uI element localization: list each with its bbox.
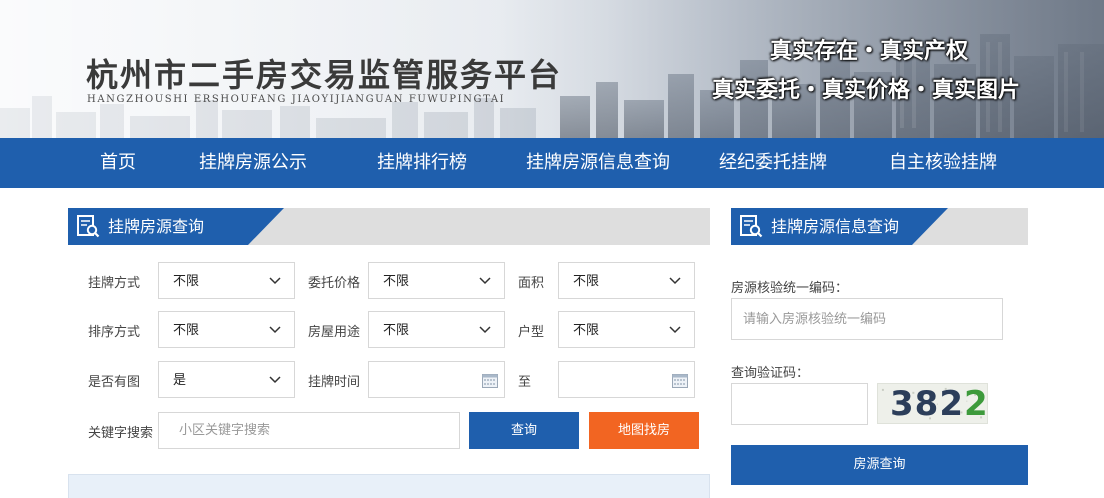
search-document-icon	[739, 214, 763, 239]
listing-method-value: 不限	[173, 274, 200, 289]
header-banner: 杭州市二手房交易监管服务平台 HANGZHOUSHI ERSHOUFANG JI…	[0, 0, 1104, 138]
chevron-down-icon	[669, 326, 681, 334]
chevron-down-icon	[269, 376, 281, 384]
captcha-input[interactable]	[732, 384, 867, 424]
sort-value: 不限	[173, 323, 200, 338]
verify-submit-button[interactable]: 房源查询	[731, 445, 1028, 485]
listing-time-from-input[interactable]	[368, 361, 505, 398]
has-photo-label: 是否有图	[88, 375, 141, 390]
layout-label: 户型	[518, 325, 545, 340]
nav-item-listing-publicity[interactable]: 挂牌房源公示	[199, 138, 307, 188]
area-label: 面积	[518, 276, 545, 291]
captcha-code-main: 382	[890, 384, 964, 424]
map-search-button[interactable]: 地图找房	[589, 412, 699, 449]
nav-item-listing-ranking[interactable]: 挂牌排行榜	[377, 138, 467, 188]
search-panel-title: 挂牌房源查询	[108, 217, 205, 236]
slogan-line-1: 真实存在・真实产权	[769, 38, 968, 64]
captcha-code: 3822	[890, 384, 988, 424]
sort-label: 排序方式	[88, 325, 141, 340]
verify-panel-title: 挂牌房源信息查询	[771, 217, 900, 236]
search-document-icon	[76, 214, 100, 239]
listing-method-label: 挂牌方式	[88, 276, 141, 291]
nav-item-home[interactable]: 首页	[100, 138, 136, 188]
sort-select[interactable]: 不限	[158, 311, 295, 348]
calendar-icon[interactable]	[482, 373, 498, 388]
price-label: 委托价格	[308, 276, 361, 291]
chevron-down-icon	[269, 326, 281, 334]
site-subtitle: HANGZHOUSHI ERSHOUFANG JIAOYIJIANGUAN FU…	[87, 94, 506, 105]
chevron-down-icon	[479, 277, 491, 285]
area-value: 不限	[573, 274, 600, 289]
usage-select[interactable]: 不限	[368, 311, 505, 348]
verify-panel-tab: 挂牌房源信息查询	[731, 208, 948, 245]
verify-code-label: 房源核验统一编码：	[731, 281, 849, 296]
captcha-image[interactable]: 3822	[877, 383, 988, 424]
layout-value: 不限	[573, 323, 600, 338]
listing-time-to-input[interactable]	[558, 361, 695, 398]
site-title: 杭州市二手房交易监管服务平台	[86, 56, 563, 94]
keyword-input[interactable]	[159, 413, 459, 448]
verify-code-field	[731, 298, 1003, 340]
calendar-icon[interactable]	[672, 373, 688, 388]
verify-code-input[interactable]	[732, 299, 1002, 339]
captcha-label: 查询验证码：	[731, 366, 810, 381]
listing-time-to-label: 至	[518, 375, 532, 390]
area-select[interactable]: 不限	[558, 262, 695, 299]
nav-item-self-verify-listing[interactable]: 自主核验挂牌	[889, 138, 997, 188]
chevron-down-icon	[269, 277, 281, 285]
slogan-line-2: 真实委托・真实价格・真实图片	[711, 77, 1020, 103]
layout-select[interactable]: 不限	[558, 311, 695, 348]
usage-label: 房屋用途	[308, 325, 361, 340]
nav-item-listing-info-query[interactable]: 挂牌房源信息查询	[526, 138, 670, 188]
listing-method-select[interactable]: 不限	[158, 262, 295, 299]
has-photo-select[interactable]: 是	[158, 361, 295, 398]
keyword-label: 关键字搜索	[88, 426, 154, 441]
search-panel-header: 挂牌房源查询	[68, 208, 710, 245]
captcha-code-last: 2	[963, 384, 988, 424]
usage-value: 不限	[383, 323, 410, 338]
listing-time-label: 挂牌时间	[308, 375, 361, 390]
nav-item-agent-listing[interactable]: 经纪委托挂牌	[719, 138, 827, 188]
search-panel-tab: 挂牌房源查询	[68, 208, 284, 245]
verify-panel-header: 挂牌房源信息查询	[731, 208, 1028, 245]
price-value: 不限	[383, 274, 410, 289]
price-select[interactable]: 不限	[368, 262, 505, 299]
keyword-field	[158, 412, 460, 449]
results-area	[68, 474, 710, 498]
captcha-field	[731, 383, 868, 425]
chevron-down-icon	[479, 326, 491, 334]
main-nav: 首页 挂牌房源公示 挂牌排行榜 挂牌房源信息查询 经纪委托挂牌 自主核验挂牌	[0, 138, 1104, 188]
search-button[interactable]: 查询	[469, 412, 579, 449]
chevron-down-icon	[669, 277, 681, 285]
has-photo-value: 是	[173, 373, 187, 388]
